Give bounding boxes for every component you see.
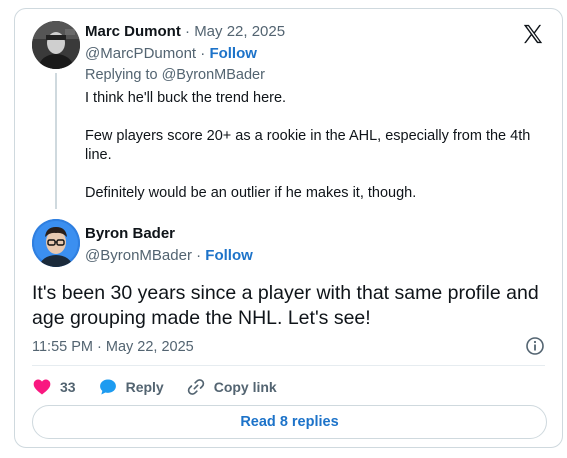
heart-icon [33,379,51,395]
read-replies-button[interactable]: Read 8 replies [32,405,547,439]
quoted-tweet-text: I think he'll buck the trend here. Few p… [85,89,550,221]
avatar-byron-bader[interactable] [32,219,80,267]
quoted-paragraph: Few players score 20+ as a rookie in the… [85,127,531,164]
reply-label: Reply [125,379,164,395]
speech-bubble-icon [99,379,116,395]
copy-link-label: Copy link [213,379,277,395]
main-tweet-text: It's been 30 years since a player with t… [32,282,539,329]
quoted-author-name[interactable]: Marc Dumont [85,23,181,40]
avatar-image [32,21,80,69]
separator-dot: · [180,23,195,40]
quoted-handle-row: @MarcPDumont · Follow [85,45,257,62]
separator-dot: · [191,247,206,264]
link-icon [187,379,204,395]
tweet-timestamp[interactable]: 11:55 PM · May 22, 2025 [32,339,194,355]
tweet-embed-card: Marc Dumont · May 22, 2025 @MarcPDumont … [14,8,563,448]
like-button[interactable]: 33 [32,377,76,397]
avatar-image [32,219,80,267]
quoted-date[interactable]: May 22, 2025 [194,23,285,40]
quoted-paragraph: I think he'll buck the trend here. [85,90,287,106]
main-author-row: Byron Bader [85,225,175,242]
main-author-name[interactable]: Byron Bader [85,225,175,242]
divider [32,365,545,366]
quoted-paragraph: Definitely would be an outlier if he mak… [85,184,417,201]
like-count: 33 [60,379,76,395]
follow-marc-button[interactable]: Follow [209,45,257,62]
avatar-marc-dumont[interactable] [32,21,80,69]
quoted-author-row: Marc Dumont · May 22, 2025 [85,23,285,40]
quoted-handle[interactable]: @MarcPDumont [85,45,196,62]
main-handle-row: @ByronMBader · Follow [85,247,253,264]
main-handle[interactable]: @ByronMBader [85,247,192,264]
copy-link-button[interactable]: Copy link [186,377,277,397]
follow-byron-button[interactable]: Follow [205,247,253,264]
reply-button[interactable]: Reply [98,377,164,397]
separator-dot: · [196,45,210,62]
action-bar: 33 Reply Copy link [32,375,299,399]
info-icon[interactable] [525,336,545,356]
thread-connector-line [55,73,57,209]
x-logo-icon[interactable] [522,23,544,45]
replying-to-text: Replying to @ByronMBader [85,67,265,83]
